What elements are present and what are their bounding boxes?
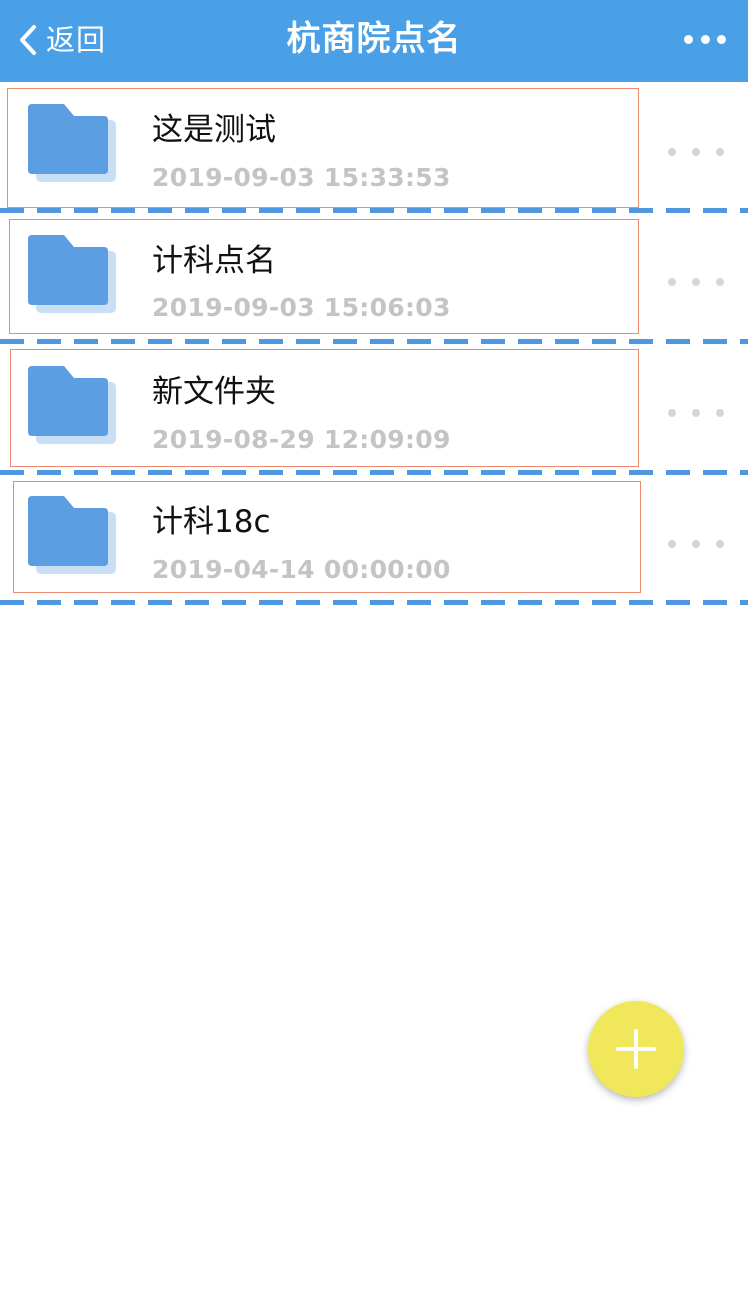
item-more-button[interactable] [668, 272, 724, 292]
more-horizontal-icon [668, 540, 676, 548]
more-horizontal-icon [668, 278, 676, 286]
folder-date: 2019-08-29 12:09:09 [152, 425, 451, 454]
folder-date: 2019-04-14 00:00:00 [152, 555, 451, 584]
page-title: 杭商院点名 [286, 19, 462, 59]
folder-name: 新文件夹 [152, 374, 276, 410]
list-item[interactable]: 计科点名 2019-09-03 15:06:03 [0, 213, 748, 343]
folder-date: 2019-09-03 15:33:53 [152, 163, 451, 192]
folder-name: 这是测试 [152, 112, 276, 148]
list-item[interactable]: 这是测试 2019-09-03 15:33:53 [0, 82, 748, 212]
list-item[interactable]: 计科18c 2019-04-14 00:00:00 [0, 475, 748, 605]
more-horizontal-icon [668, 409, 676, 417]
item-more-button[interactable] [668, 142, 724, 162]
more-horizontal-icon [668, 148, 676, 156]
more-menu-button[interactable] [684, 29, 726, 49]
navigation-bar: 返回 杭商院点名 [0, 0, 748, 82]
folder-name: 计科点名 [152, 243, 276, 279]
more-horizontal-icon [684, 34, 693, 44]
folder-icon [26, 496, 118, 578]
folder-date: 2019-09-03 15:06:03 [152, 293, 451, 322]
folder-icon [26, 104, 118, 186]
folder-icon [26, 366, 118, 448]
add-folder-button[interactable] [588, 1001, 684, 1097]
item-more-button[interactable] [668, 534, 724, 554]
folder-icon [26, 235, 118, 317]
item-more-button[interactable] [668, 403, 724, 423]
list-item[interactable]: 新文件夹 2019-08-29 12:09:09 [0, 344, 748, 474]
folder-name: 计科18c [152, 504, 271, 540]
divider [0, 600, 748, 605]
